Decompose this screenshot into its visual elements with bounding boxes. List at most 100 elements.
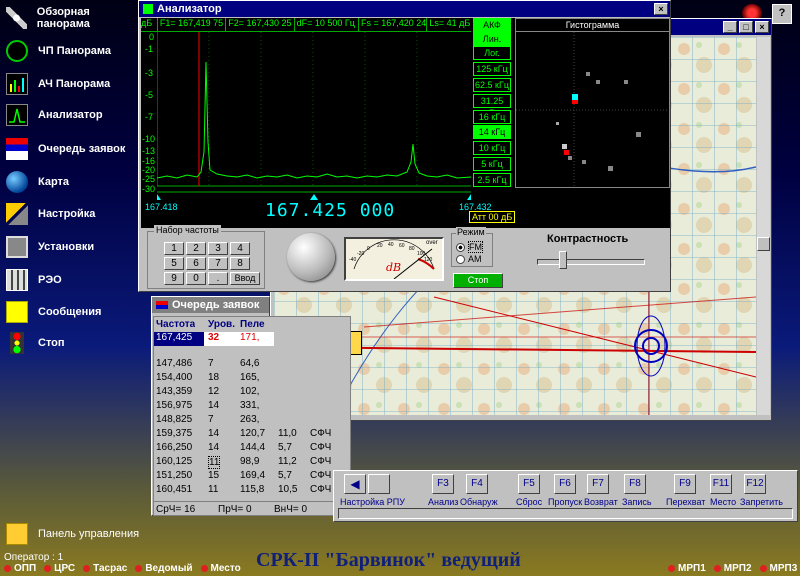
- key-8[interactable]: 8: [230, 257, 250, 270]
- bw-item-lin[interactable]: Лин.: [473, 32, 511, 46]
- minimize-button[interactable]: _: [723, 21, 737, 33]
- col-header-frequency[interactable]: Частота: [156, 319, 195, 330]
- meter-tick: 20: [377, 243, 383, 249]
- f5-button[interactable]: F5: [518, 474, 540, 494]
- table-row[interactable]: 160,451 11 115,8 10,5 СФЧ: [154, 483, 350, 497]
- map-scroll-thumb[interactable]: [757, 237, 770, 251]
- f11-button[interactable]: F11: [710, 474, 732, 494]
- queue-title: Очередь заявок: [172, 299, 260, 311]
- key-dot[interactable]: .: [208, 272, 228, 285]
- bw-item-16[interactable]: 16 кГц: [473, 110, 511, 124]
- meter-tick: -40: [349, 257, 357, 263]
- radio-checked-icon: [456, 242, 465, 252]
- f6-button[interactable]: F6: [554, 474, 576, 494]
- y-tick: -13: [142, 146, 156, 156]
- cell: 166,250: [156, 442, 193, 453]
- attenuation-label[interactable]: Атт 00 дБ: [469, 211, 516, 223]
- sidebar-item-label: Сообщения: [38, 306, 102, 318]
- col-header-level[interactable]: Уров.: [208, 319, 235, 330]
- col-header-bearing[interactable]: Пеле: [240, 319, 265, 330]
- meter-tick: 0: [367, 246, 370, 252]
- table-row[interactable]: 154,400 18 165,: [154, 371, 350, 385]
- key-1[interactable]: 1: [164, 242, 184, 255]
- key-2[interactable]: 2: [186, 242, 206, 255]
- f8-button[interactable]: F8: [624, 474, 646, 494]
- key-6[interactable]: 6: [186, 257, 206, 270]
- table-row[interactable]: 159,375 14 120,7 11,0 СФЧ: [154, 427, 350, 441]
- key-0[interactable]: 0: [186, 272, 206, 285]
- cell: 169,4: [240, 470, 266, 481]
- sidebar-item-af-panorama[interactable]: АЧ Панорама: [6, 70, 110, 98]
- sidebar-item-map[interactable]: Карта: [6, 168, 69, 196]
- table-row[interactable]: 151,250 15 169,4 5,7 СФЧ: [154, 469, 350, 483]
- contrast-slider[interactable]: [537, 259, 645, 265]
- table-row[interactable]: 147,486 7 64,6: [154, 357, 350, 371]
- sidebar-item-control-panel[interactable]: Панель управления: [6, 520, 139, 548]
- bw-item-125[interactable]: 125 кГц: [473, 62, 511, 76]
- table-row[interactable]: 143,359 12 102,: [154, 385, 350, 399]
- bw-item-2-5[interactable]: 2.5 кГц: [473, 173, 511, 187]
- table-row[interactable]: 156,975 14 331,: [154, 399, 350, 413]
- bw-item-acf[interactable]: АКФ: [473, 18, 511, 32]
- sidebar-item-stop[interactable]: Стоп: [6, 329, 65, 357]
- key-5[interactable]: 5: [164, 257, 184, 270]
- indicator-slave: Ведомый: [135, 563, 193, 576]
- key-enter[interactable]: Ввод: [230, 272, 260, 285]
- mode-fm-radio[interactable]: FM: [456, 241, 483, 253]
- sidebar-item-tuning[interactable]: Настройка: [6, 200, 95, 228]
- sidebar-item-settings[interactable]: Установки: [6, 233, 94, 261]
- readout-f2: F2= 167,430 25: [226, 18, 295, 31]
- key-9[interactable]: 9: [164, 272, 184, 285]
- analyzer-title: Анализатор: [157, 3, 222, 15]
- cell: 154,400: [156, 372, 193, 383]
- stop-button[interactable]: Стоп: [453, 273, 503, 288]
- cell: 148,825: [156, 414, 193, 425]
- analyzer-close-button[interactable]: ×: [654, 3, 668, 15]
- cell: 64,6: [240, 358, 260, 369]
- table-row[interactable]: 148,825 7 263,: [154, 413, 350, 427]
- status-dot-icon: [83, 564, 91, 572]
- y-tick: 0: [149, 32, 155, 42]
- mode-am-radio[interactable]: AM: [456, 254, 482, 264]
- bw-item-62[interactable]: 62.5 кГц: [473, 78, 511, 92]
- key-7[interactable]: 7: [208, 257, 228, 270]
- f3-button[interactable]: F3: [432, 474, 454, 494]
- key-4[interactable]: 4: [230, 242, 250, 255]
- readout-ls: Ls= 41 дБ: [429, 18, 471, 28]
- cell: 14: [208, 428, 220, 439]
- blank-button[interactable]: [368, 474, 390, 494]
- tuning-knob[interactable]: [287, 233, 335, 281]
- sidebar-item-fp-panorama[interactable]: ЧП Панорама: [6, 37, 111, 65]
- queue-selected-row[interactable]: 167,425 32 171,: [154, 332, 274, 346]
- contrast-slider-thumb[interactable]: [559, 251, 567, 269]
- bw-item-14[interactable]: 14 кГц: [473, 125, 511, 139]
- sidebar-item-overview[interactable]: Обзорная панорама: [6, 4, 140, 32]
- analyzer-screen: дБ F1= 167,419 75 F2= 167,430 25 dF= 10 …: [141, 18, 670, 228]
- help-icon[interactable]: ?: [772, 4, 792, 24]
- sidebar-item-queue[interactable]: Очередь заявок: [6, 135, 125, 163]
- f12-button[interactable]: F12: [744, 474, 766, 494]
- sidebar-item-reo[interactable]: РЭО: [6, 266, 62, 294]
- f4-button[interactable]: F4: [466, 474, 488, 494]
- back-button[interactable]: ◀: [344, 474, 366, 494]
- sidebar-item-label: Карта: [38, 176, 70, 188]
- bw-item-log[interactable]: Лог.: [473, 46, 511, 60]
- key-3[interactable]: 3: [208, 242, 228, 255]
- spectrum-plot[interactable]: [157, 32, 471, 202]
- bw-item-5[interactable]: 5 кГц: [473, 157, 511, 171]
- sidebar-item-label: Установки: [38, 241, 95, 253]
- cell: 15: [208, 470, 220, 481]
- f7-button[interactable]: F7: [587, 474, 609, 494]
- sidebar-item-messages[interactable]: Сообщения: [6, 298, 101, 326]
- bw-item-31[interactable]: 31.25 кГц: [473, 94, 511, 118]
- close-button[interactable]: ×: [755, 21, 769, 33]
- meter-tick: -20: [357, 251, 365, 257]
- readout-df: dF= 10 500 Гц: [295, 18, 360, 31]
- sidebar-item-analyzer[interactable]: Анализатор: [6, 101, 103, 129]
- table-row[interactable]: 160,125 11 98,9 11,2 СФЧ: [154, 455, 350, 469]
- f9-button[interactable]: F9: [674, 474, 696, 494]
- maximize-button[interactable]: □: [739, 21, 753, 33]
- map-vscroll[interactable]: [757, 37, 770, 415]
- bw-item-10[interactable]: 10 кГц: [473, 141, 511, 155]
- table-row[interactable]: 166,250 14 144,4 5,7 СФЧ: [154, 441, 350, 455]
